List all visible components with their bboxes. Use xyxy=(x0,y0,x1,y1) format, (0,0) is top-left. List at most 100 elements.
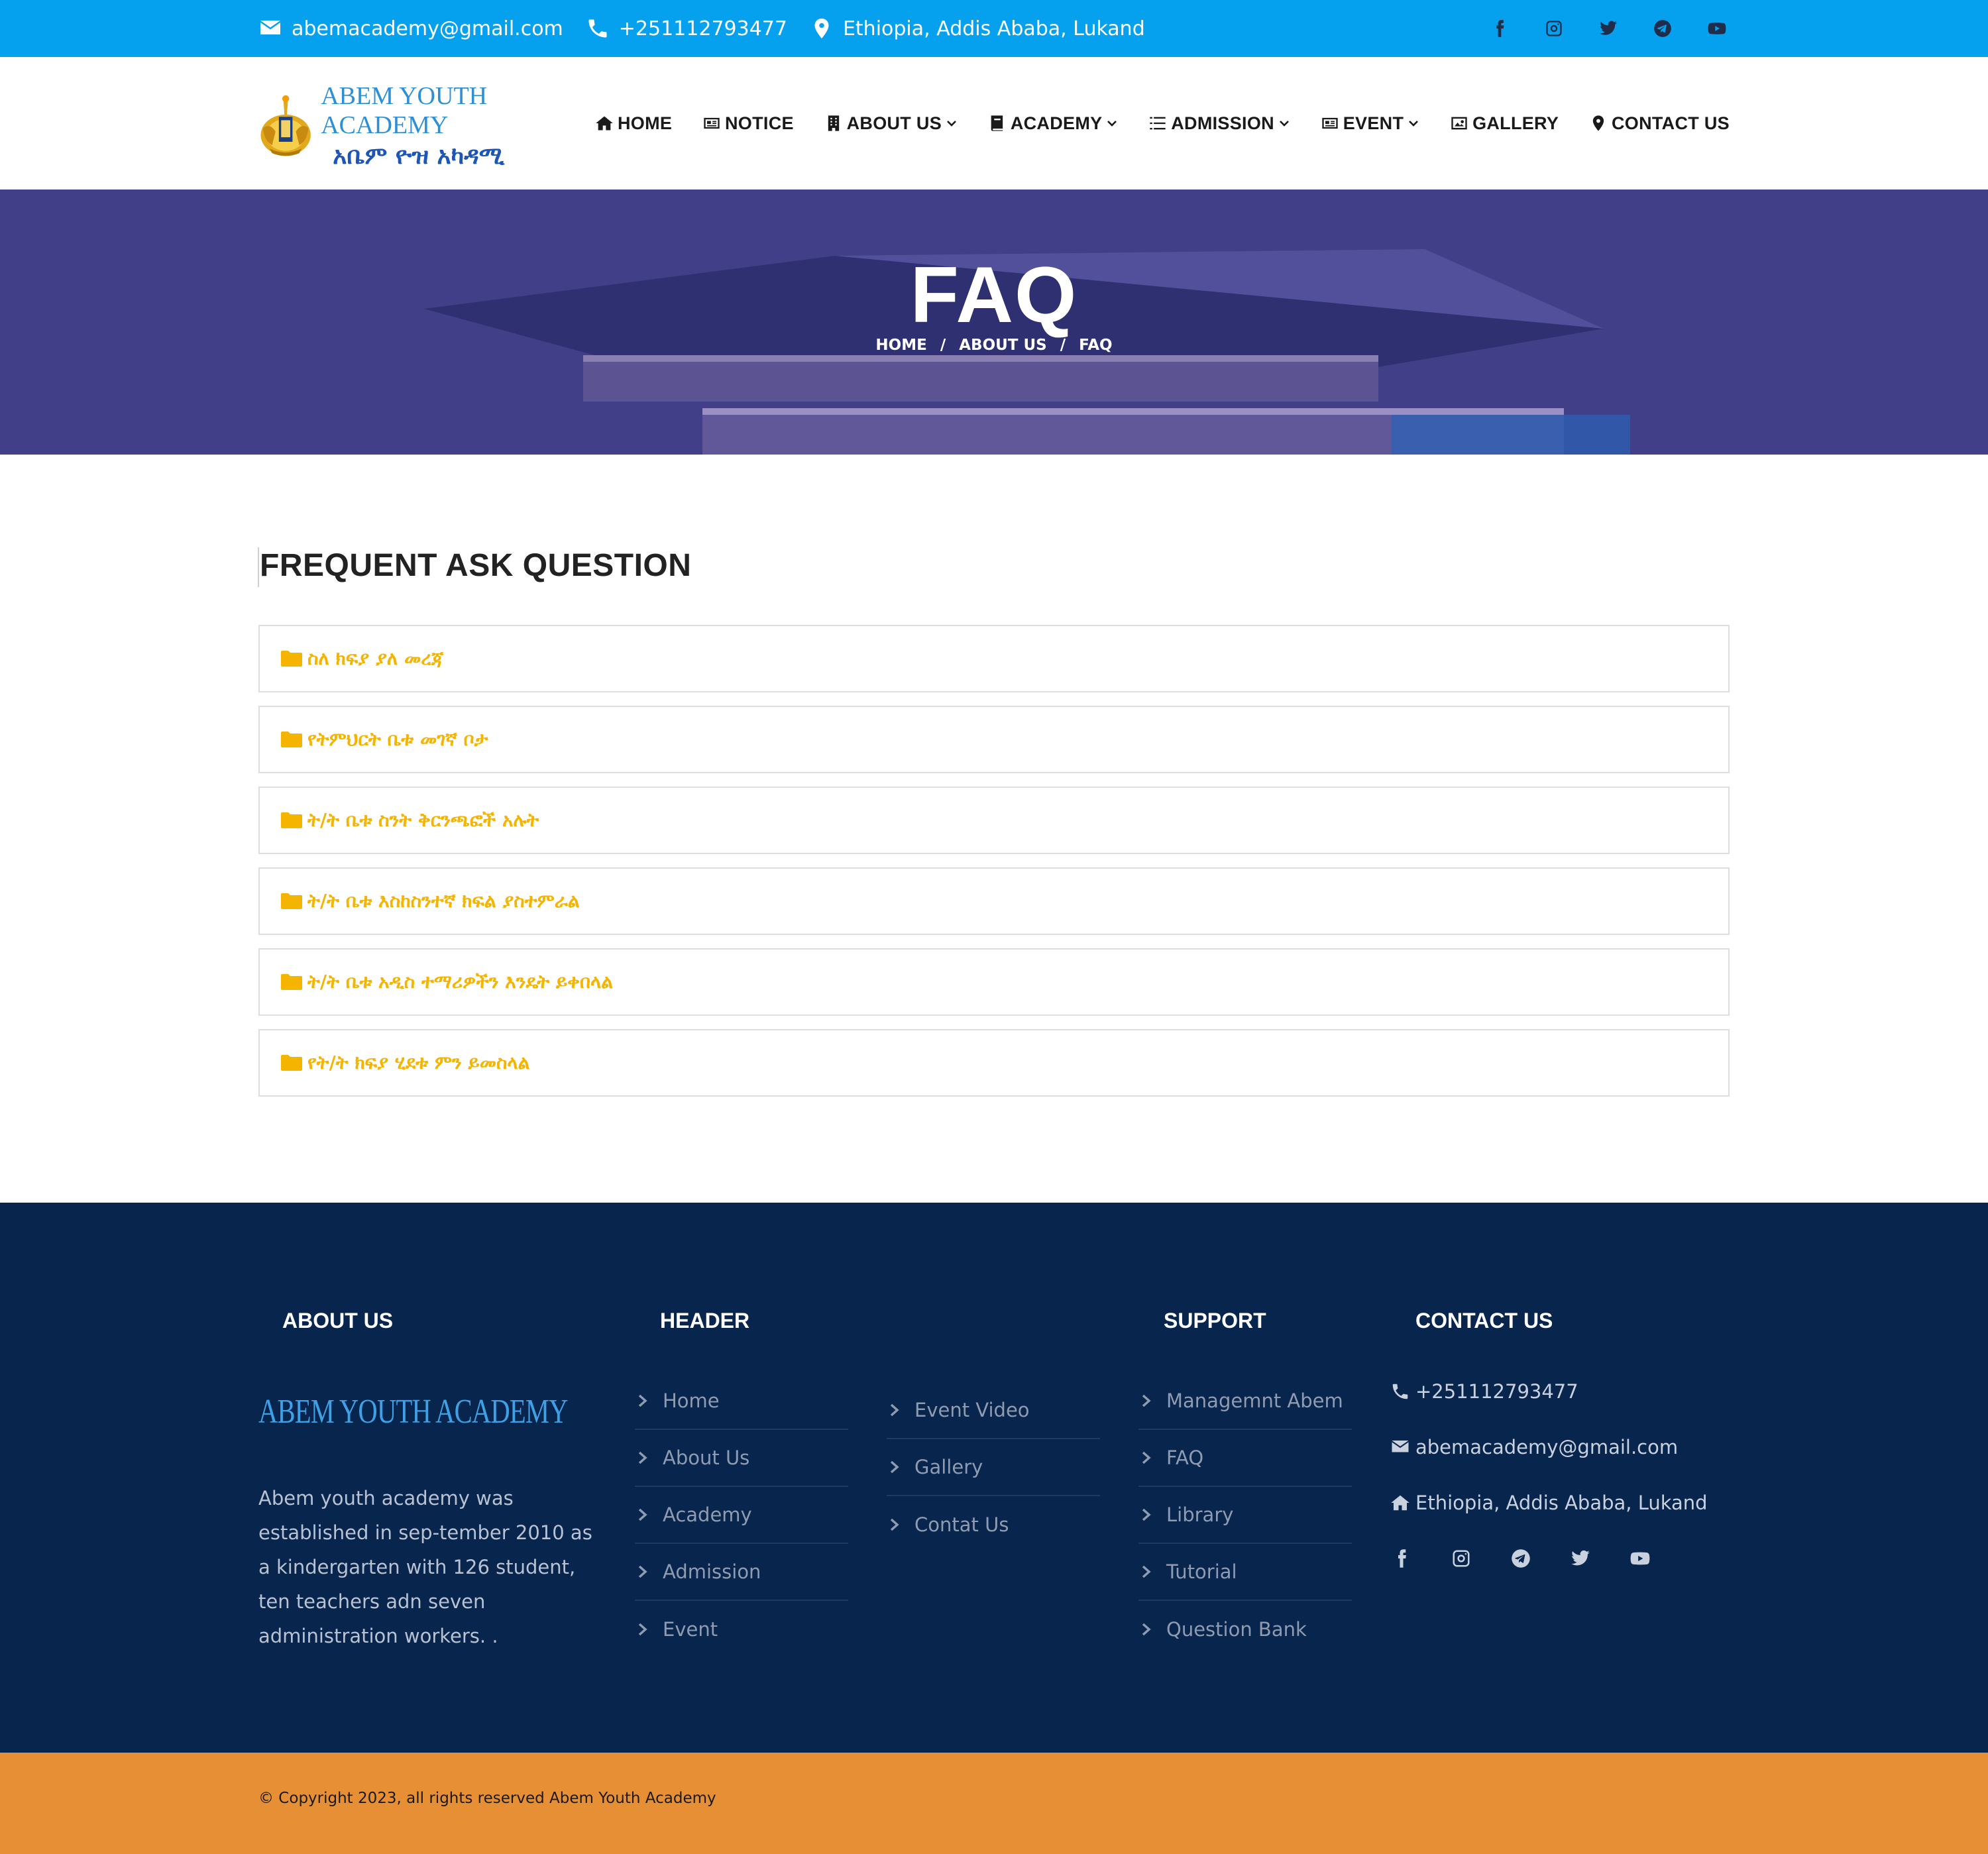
telegram-icon[interactable] xyxy=(1650,16,1675,41)
twitter-icon[interactable] xyxy=(1569,1547,1592,1570)
chevron-right-icon xyxy=(890,1518,899,1531)
folder-icon xyxy=(281,651,302,667)
chevron-right-icon xyxy=(638,1565,647,1578)
footer-contact-email[interactable]: abemacademy@gmail.com xyxy=(1390,1419,1748,1475)
nav-notice[interactable]: NOTICE xyxy=(702,113,794,134)
footer-social-links xyxy=(1390,1547,1688,1570)
footer-link-label: Event xyxy=(663,1618,718,1641)
footer-link-question-bank[interactable]: Question Bank xyxy=(1138,1601,1352,1658)
footer-link-label: About Us xyxy=(663,1446,750,1469)
telegram-icon[interactable] xyxy=(1510,1547,1532,1570)
footer-link-event[interactable]: Event xyxy=(635,1601,848,1658)
breadcrumb-current: FAQ xyxy=(1079,337,1113,354)
chevron-right-icon xyxy=(1142,1508,1151,1521)
footer-support-title: SUPPORT xyxy=(1164,1309,1266,1333)
copyright-text: © Copyright 2023, all rights reserved Ab… xyxy=(258,1790,716,1807)
nav-gallery[interactable]: GALLERY xyxy=(1450,113,1559,134)
footer-contact-address: Ethiopia, Addis Ababa, Lukand xyxy=(1390,1475,1748,1531)
footer-link-home[interactable]: Home xyxy=(635,1373,848,1430)
site-footer: ABOUT US HEADER SUPPORT CONTACT US ABEM … xyxy=(0,1203,1988,1753)
faq-heading-accent xyxy=(258,547,259,587)
image-icon xyxy=(1451,117,1467,130)
footer-link-management[interactable]: Managemnt Abem xyxy=(1138,1373,1352,1430)
faq-question-item[interactable]: ት/ት ቤቱ እስከስንተኛ ክፍል ያስተምራል xyxy=(258,867,1730,935)
academy-crest-logo xyxy=(260,95,311,156)
home-icon xyxy=(596,116,613,131)
faq-question-item[interactable]: ት/ት ቤቱ ስንት ቅርንጫፎች አሉት xyxy=(258,787,1730,854)
chevron-right-icon xyxy=(1142,1565,1151,1578)
nav-academy[interactable]: ACADEMY xyxy=(988,113,1119,134)
folder-icon xyxy=(281,732,302,747)
book-icon xyxy=(991,115,1003,131)
footer-link-label: Managemnt Abem xyxy=(1166,1390,1343,1412)
footer-about-title: ABOUT US xyxy=(282,1309,394,1333)
nav-admission[interactable]: ADMISSION xyxy=(1148,113,1290,134)
breadcrumb-separator: / xyxy=(940,337,946,354)
nav-about-us[interactable]: ABOUT US xyxy=(824,113,958,134)
page-banner: FAQ HOME / ABOUT US / FAQ xyxy=(0,190,1988,455)
footer-link-label: Home xyxy=(663,1390,720,1412)
faq-question-text: ት/ት ቤቱ ስንት ቅርንጫፎች አሉት xyxy=(307,809,539,831)
chevron-right-icon xyxy=(638,1508,647,1521)
footer-logo[interactable]: ABEM YOUTH ACADEMY xyxy=(258,1375,577,1448)
nav-academy-label: ACADEMY xyxy=(1010,113,1103,133)
instagram-icon[interactable] xyxy=(1541,16,1567,41)
newspaper-icon xyxy=(1322,117,1338,129)
list-icon xyxy=(1150,117,1166,130)
faq-question-item[interactable]: የት/ት ክፍያ ሂደቱ ምን ይመስላል xyxy=(258,1029,1730,1097)
folder-icon xyxy=(281,812,302,828)
faq-question-item[interactable]: ት/ት ቤቱ አዲስ ተማሪዎችን እንዴት ይቀበላል xyxy=(258,948,1730,1016)
footer-header-links-b: Event Video Gallery Contat Us xyxy=(887,1382,1100,1553)
newspaper-icon xyxy=(704,117,720,129)
twitter-icon[interactable] xyxy=(1596,16,1621,41)
logo-english-text: ABEM YOUTH ACADEMY xyxy=(321,82,488,139)
footer-contact-email-text: abemacademy@gmail.com xyxy=(1415,1436,1679,1458)
footer-link-contact-us[interactable]: Contat Us xyxy=(887,1496,1100,1553)
instagram-icon[interactable] xyxy=(1450,1547,1472,1570)
site-logo[interactable]: ABEM YOUTH ACADEMY አቤም ዮዝ አካዳሚ xyxy=(258,82,577,170)
chevron-down-icon xyxy=(1409,121,1419,127)
folder-icon xyxy=(281,893,302,909)
footer-link-academy[interactable]: Academy xyxy=(635,1487,848,1544)
home-icon xyxy=(1391,1495,1409,1511)
top-contacts: abemacademy@gmail.com +251112793477 Ethi… xyxy=(258,17,1168,40)
footer-link-gallery[interactable]: Gallery xyxy=(887,1439,1100,1496)
chevron-down-icon xyxy=(1107,121,1117,127)
logo-amharic-text: አቤም ዮዝ አካዳሚ xyxy=(333,142,505,170)
footer-link-event-video[interactable]: Event Video xyxy=(887,1382,1100,1439)
nav-home-label: HOME xyxy=(618,113,673,133)
nav-contact-us[interactable]: CONTACT US xyxy=(1589,113,1730,134)
facebook-icon[interactable] xyxy=(1487,16,1512,41)
nav-event[interactable]: EVENT xyxy=(1321,113,1420,134)
youtube-icon[interactable] xyxy=(1704,16,1730,41)
facebook-icon[interactable] xyxy=(1390,1547,1413,1570)
footer-contact-address-text: Ethiopia, Addis Ababa, Lukand xyxy=(1415,1492,1708,1514)
footer-link-faq[interactable]: FAQ xyxy=(1138,1430,1352,1487)
map-marker-icon xyxy=(814,19,829,38)
phone-icon xyxy=(588,19,607,38)
footer-contact-phone[interactable]: +251112793477 xyxy=(1390,1364,1748,1419)
nav-home[interactable]: HOME xyxy=(595,113,672,134)
faq-question-item[interactable]: ስለ ክፍያ ያለ መረጃ xyxy=(258,625,1730,692)
top-contact-bar: abemacademy@gmail.com +251112793477 Ethi… xyxy=(0,0,1988,57)
building-icon xyxy=(828,115,839,131)
faq-question-item[interactable]: የትምህርት ቤቱ መገኛ ቦታ xyxy=(258,706,1730,773)
chevron-right-icon xyxy=(1142,1623,1151,1636)
breadcrumb-about-us[interactable]: ABOUT US xyxy=(959,337,1047,354)
nav-event-label: EVENT xyxy=(1343,113,1404,133)
footer-link-about-us[interactable]: About Us xyxy=(635,1430,848,1487)
footer-link-admission[interactable]: Admission xyxy=(635,1544,848,1601)
top-email-text: abemacademy@gmail.com xyxy=(292,17,563,40)
folder-icon xyxy=(281,1055,302,1071)
folder-icon xyxy=(281,974,302,990)
footer-link-tutorial[interactable]: Tutorial xyxy=(1138,1544,1352,1601)
chevron-right-icon xyxy=(638,1623,647,1636)
faq-question-text: ስለ ክፍያ ያለ መረጃ xyxy=(307,647,444,669)
footer-header-title: HEADER xyxy=(660,1309,750,1333)
top-email[interactable]: abemacademy@gmail.com xyxy=(258,17,563,40)
breadcrumb-home[interactable]: HOME xyxy=(875,337,926,354)
footer-link-label: Gallery xyxy=(914,1456,983,1478)
top-phone[interactable]: +251112793477 xyxy=(586,17,787,40)
youtube-icon[interactable] xyxy=(1629,1547,1651,1570)
footer-link-library[interactable]: Library xyxy=(1138,1487,1352,1544)
